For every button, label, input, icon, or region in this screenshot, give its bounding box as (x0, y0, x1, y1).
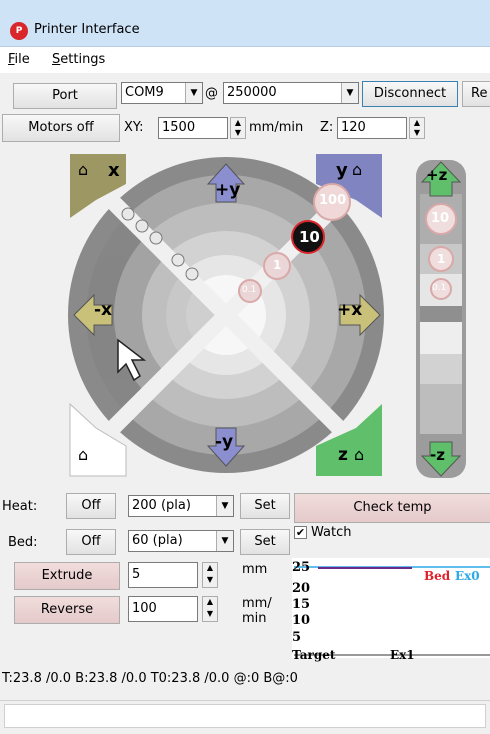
spin-down-icon: ▼ (206, 575, 214, 584)
z-down-1-zone[interactable] (420, 354, 462, 384)
y-tick: 15 (292, 597, 311, 612)
spin-up-icon: ▲ (413, 118, 421, 127)
feedrate-input[interactable]: 100 (128, 596, 198, 622)
spin-down-icon: ▼ (234, 128, 242, 137)
bed-off-button[interactable]: Off (66, 529, 116, 555)
plus-y-label: +y (215, 180, 241, 200)
port-select[interactable]: COM9 ▼ (121, 82, 203, 104)
heat-set-button[interactable]: Set (240, 493, 290, 519)
home-x-label: x (108, 160, 120, 181)
heat-temp-select[interactable]: 200 (pla) ▼ (128, 495, 234, 517)
extrude-unit-label: mm (242, 562, 268, 577)
minus-y-label: -y (215, 432, 234, 452)
check-temp-button[interactable]: Check temp (294, 493, 490, 523)
heat-off-button[interactable]: Off (66, 493, 116, 519)
y-tick: 5 (292, 630, 302, 645)
z-minus-label: -z (430, 446, 445, 464)
status-field (4, 704, 486, 728)
spin-down-icon: ▼ (206, 609, 214, 618)
home-icon: ⌂ (354, 445, 365, 464)
spin-up-icon: ▲ (234, 118, 242, 127)
chevron-down-icon: ▼ (341, 83, 358, 103)
y-tick: 10 (292, 613, 311, 628)
chevron-down-icon: ▼ (185, 83, 202, 103)
at-label: @ (205, 86, 218, 101)
temperature-readout: T:23.8 /0.0 B:23.8 /0.0 T0:23.8 /0.0 @:0… (2, 671, 298, 686)
feedrate-spinner[interactable]: ▲ ▼ (202, 596, 218, 622)
legend-target: Target (292, 648, 336, 662)
xy-label: XY: (124, 120, 144, 135)
plus-x-label: +x (337, 300, 363, 320)
z-down-10-zone[interactable] (420, 384, 462, 434)
chevron-down-icon: ▼ (216, 531, 233, 551)
legend-ex1: Ex1 (390, 648, 415, 662)
z-speed-spinner[interactable]: ▲ ▼ (409, 117, 425, 139)
extrude-length-input[interactable]: 5 (128, 562, 198, 588)
y-tick: 25 (292, 560, 311, 575)
spin-up-icon: ▲ (206, 597, 214, 606)
z-down-01-zone[interactable] (420, 322, 462, 354)
home-z-label: z (338, 445, 348, 465)
window-title: Printer Interface (34, 22, 140, 37)
xy-unit-label: mm/min (249, 120, 304, 135)
home-icon: ⌂ (352, 160, 363, 179)
z-step-10-label: 10 (431, 211, 450, 226)
bed-set-button[interactable]: Set (240, 529, 290, 555)
reverse-button[interactable]: Reverse (14, 596, 120, 624)
legend-bed: Bed (424, 569, 451, 583)
z-jog-control (416, 160, 466, 478)
step-01-label: 0.1 (242, 285, 257, 295)
watch-label: Watch (311, 525, 352, 540)
z-plus-label: +z (426, 166, 448, 184)
baud-select[interactable]: 250000 ▼ (223, 82, 359, 104)
home-y-label: y (336, 160, 348, 181)
z-label: Z: (320, 120, 334, 135)
app-icon: P (10, 22, 28, 40)
port-button[interactable]: Port (13, 83, 117, 109)
heat-label: Heat: (2, 499, 38, 514)
feedrate-unit-label: mm/min (242, 596, 272, 626)
watch-checkbox[interactable]: ✔ (294, 526, 307, 539)
chevron-down-icon: ▼ (216, 496, 233, 516)
menu-file[interactable]: File (8, 52, 30, 67)
z-step-01-label: 0.1 (432, 283, 447, 293)
home-icon: ⌂ (78, 160, 89, 179)
home-icon: ⌂ (78, 445, 89, 464)
step-1-label: 1 (273, 258, 282, 272)
extrude-length-spinner[interactable]: ▲ ▼ (202, 562, 218, 588)
step-100-label: 100 (319, 193, 347, 208)
spin-up-icon: ▲ (206, 563, 214, 572)
bed-temp-select[interactable]: 60 (pla) ▼ (128, 530, 234, 552)
y-tick: 20 (292, 581, 311, 596)
xy-speed-input[interactable]: 1500 (158, 117, 228, 139)
minus-x-label: -x (94, 300, 113, 320)
menu-settings[interactable]: Settings (52, 52, 105, 67)
disconnect-button[interactable]: Disconnect (362, 81, 458, 107)
spin-down-icon: ▼ (413, 128, 421, 137)
legend-ex0: Ex0 (455, 569, 480, 583)
extrude-button[interactable]: Extrude (14, 562, 120, 590)
bed-label: Bed: (8, 535, 38, 550)
reset-button[interactable]: Re (462, 81, 490, 107)
z-step-1-label: 1 (437, 252, 446, 266)
motors-off-button[interactable]: Motors off (2, 114, 120, 142)
step-10-label: 10 (299, 228, 320, 246)
z-speed-input[interactable]: 120 (337, 117, 407, 139)
xy-speed-spinner[interactable]: ▲ ▼ (230, 117, 246, 139)
